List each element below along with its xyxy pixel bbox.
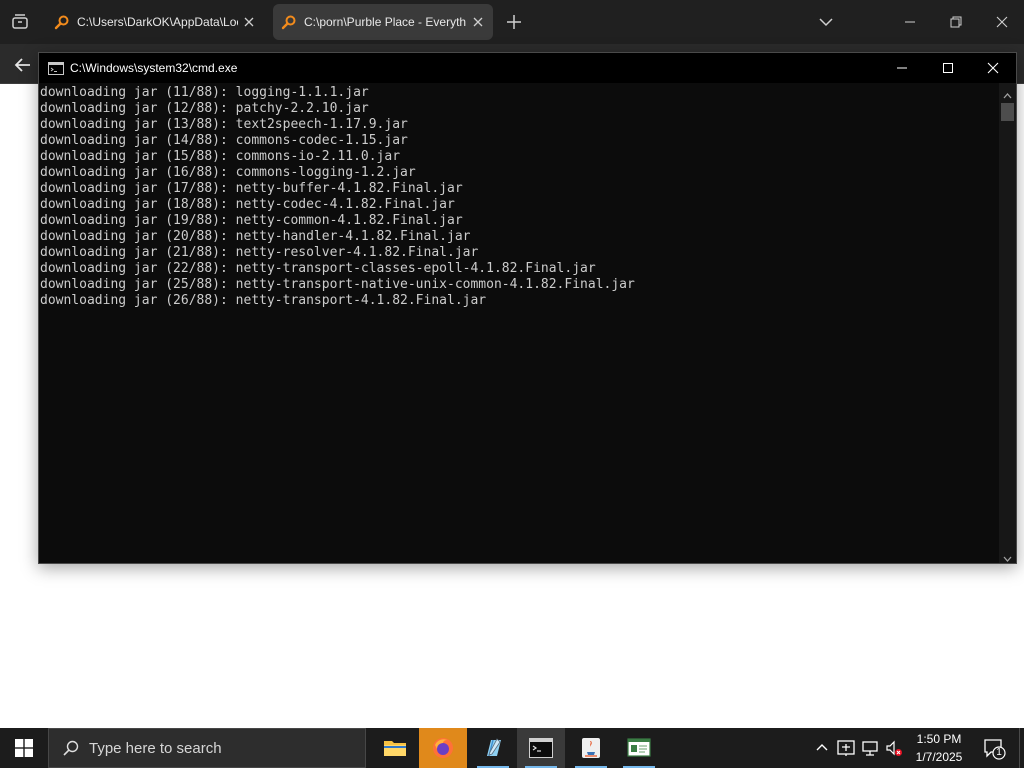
search-placeholder: Type here to search xyxy=(89,739,222,757)
taskbar-java[interactable] xyxy=(567,728,615,768)
terminal-app-icon xyxy=(627,738,651,757)
console-line: downloading jar (19/88): netty-common-4.… xyxy=(40,213,463,228)
maximize-icon[interactable] xyxy=(925,53,971,83)
search-icon xyxy=(62,739,80,757)
console-line: downloading jar (20/88): netty-handler-4… xyxy=(40,229,471,244)
console-line: downloading jar (13/88): text2speech-1.1… xyxy=(40,117,408,132)
browser-tab-bar: C:\Users\DarkOK\AppData\Loc C:\porn\Purb… xyxy=(0,0,1024,44)
console-line: downloading jar (11/88): logging-1.1.1.j… xyxy=(40,85,369,100)
close-tab-icon[interactable] xyxy=(242,15,256,29)
back-arrow-icon[interactable] xyxy=(12,54,34,76)
firefox-icon xyxy=(433,738,453,758)
taskbar-file-explorer[interactable] xyxy=(371,728,419,768)
new-tab-icon[interactable] xyxy=(504,12,524,32)
console-output[interactable]: downloading jar (11/88): logging-1.1.1.j… xyxy=(39,83,999,563)
taskbar-search-box[interactable]: Type here to search xyxy=(48,728,366,768)
tab-title: C:\porn\Purble Place - Everyth xyxy=(304,15,467,29)
start-button[interactable] xyxy=(0,728,48,768)
show-desktop-button[interactable] xyxy=(1019,728,1024,768)
volume-muted-icon[interactable] xyxy=(884,738,904,758)
browser-close-icon[interactable] xyxy=(988,8,1016,36)
folder-icon xyxy=(384,741,406,756)
taskbar-notepad[interactable] xyxy=(469,728,517,768)
search-icon xyxy=(281,14,297,30)
network-icon[interactable] xyxy=(860,738,880,758)
minimize-icon[interactable] xyxy=(879,53,925,83)
search-icon xyxy=(54,14,70,30)
console-line: downloading jar (22/88): netty-transport… xyxy=(40,261,596,276)
tab-title: C:\Users\DarkOK\AppData\Loc xyxy=(77,15,238,29)
notepad-icon xyxy=(487,738,501,757)
tab-actions-icon[interactable] xyxy=(8,10,32,34)
scrollbar[interactable] xyxy=(999,83,1016,563)
browser-restore-icon[interactable] xyxy=(942,8,970,36)
clock-date: 1/7/2025 xyxy=(915,750,963,764)
taskbar-terminal-app[interactable] xyxy=(615,728,663,768)
browser-tab-1[interactable]: C:\Users\DarkOK\AppData\Loc xyxy=(46,4,264,40)
notification-badge: 1 xyxy=(996,747,1002,758)
chevron-up-icon[interactable] xyxy=(812,738,832,758)
scroll-down-icon[interactable] xyxy=(1003,550,1012,562)
console-line: downloading jar (15/88): commons-io-2.11… xyxy=(40,149,401,164)
browser-minimize-icon[interactable] xyxy=(896,8,924,36)
console-line: downloading jar (18/88): netty-codec-4.1… xyxy=(40,197,455,212)
cmd-icon xyxy=(529,738,553,758)
scrollbar-thumb[interactable] xyxy=(1001,103,1014,121)
console-line: downloading jar (21/88): netty-resolver-… xyxy=(40,245,479,260)
console-line: downloading jar (16/88): commons-logging… xyxy=(40,165,416,180)
console-line: downloading jar (14/88): commons-codec-1… xyxy=(40,133,408,148)
cmd-title-bar[interactable]: C:\Windows\system32\cmd.exe xyxy=(39,53,1016,83)
taskbar-firefox[interactable] xyxy=(419,728,467,768)
system-clock[interactable]: 1:50 PM 1/7/2025 xyxy=(906,730,972,766)
taskbar: Type here to search 1:50 PM 1/7/2025 1 xyxy=(0,728,1024,768)
close-tab-icon[interactable] xyxy=(471,15,485,29)
console-line: downloading jar (26/88): netty-transport… xyxy=(40,293,487,308)
scroll-up-icon[interactable] xyxy=(1003,87,1012,99)
console-line: downloading jar (25/88): netty-transport… xyxy=(40,277,635,292)
taskbar-cmd[interactable] xyxy=(517,728,565,768)
close-icon[interactable] xyxy=(970,53,1016,83)
console-line: downloading jar (17/88): netty-buffer-4.… xyxy=(40,181,463,196)
cmd-window: C:\Windows\system32\cmd.exe downloading … xyxy=(38,52,1017,564)
notification-center-icon[interactable]: 1 xyxy=(982,736,1006,760)
tray-app-icon[interactable] xyxy=(836,738,856,758)
console-line: downloading jar (12/88): patchy-2.2.10.j… xyxy=(40,101,369,116)
clock-time: 1:50 PM xyxy=(916,732,962,746)
java-icon xyxy=(582,738,600,758)
chevron-down-icon[interactable] xyxy=(816,12,836,32)
browser-tab-2[interactable]: C:\porn\Purble Place - Everyth xyxy=(273,4,493,40)
cmd-icon xyxy=(48,61,64,75)
windows-logo-icon xyxy=(15,739,33,757)
cmd-window-title: C:\Windows\system32\cmd.exe xyxy=(70,61,238,75)
